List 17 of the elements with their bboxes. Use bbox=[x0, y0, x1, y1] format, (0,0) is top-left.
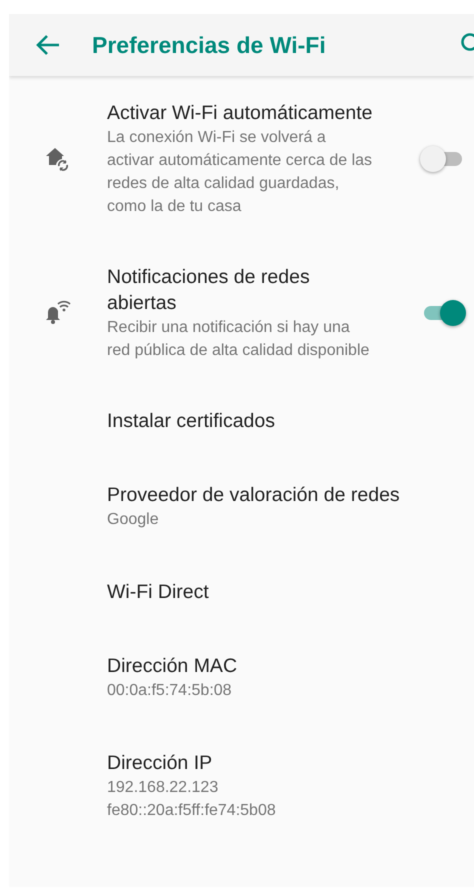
setting-title: Proveedor de valoración de redes bbox=[107, 483, 401, 508]
setting-title: Instalar certificados bbox=[107, 409, 276, 434]
bell-wifi-icon bbox=[45, 300, 71, 326]
setting-summary: Recibir una notificación si hay una red pública de alta calidad disponible bbox=[107, 318, 370, 361]
home-sync-icon bbox=[45, 147, 71, 171]
setting-summary: fe80::20a:f5ff:fe74:5b08 bbox=[107, 801, 277, 821]
setting-title: Activar Wi-Fi automáticamente bbox=[107, 101, 374, 126]
toolbar-title: Preferencias de Wi-Fi bbox=[92, 32, 327, 58]
setting-summary: 00:0a:f5:74:5b:08 bbox=[107, 681, 233, 701]
setting-title: Wi-Fi Direct bbox=[107, 580, 210, 605]
setting-title: Notificaciones de redes abiertas bbox=[107, 265, 311, 316]
setting-title: Dirección MAC bbox=[107, 654, 238, 679]
setting-summary: Google bbox=[107, 510, 160, 530]
back-button[interactable] bbox=[35, 34, 61, 56]
setting-summary: La conexión Wi-Fi se volverá a activar automáticamente cerca de las redes de alta calidad guardadas, como la de tu casa bbox=[107, 128, 374, 217]
setting-summary: 192.168.22.123 bbox=[107, 778, 220, 798]
setting-title: Dirección IP bbox=[107, 751, 214, 776]
